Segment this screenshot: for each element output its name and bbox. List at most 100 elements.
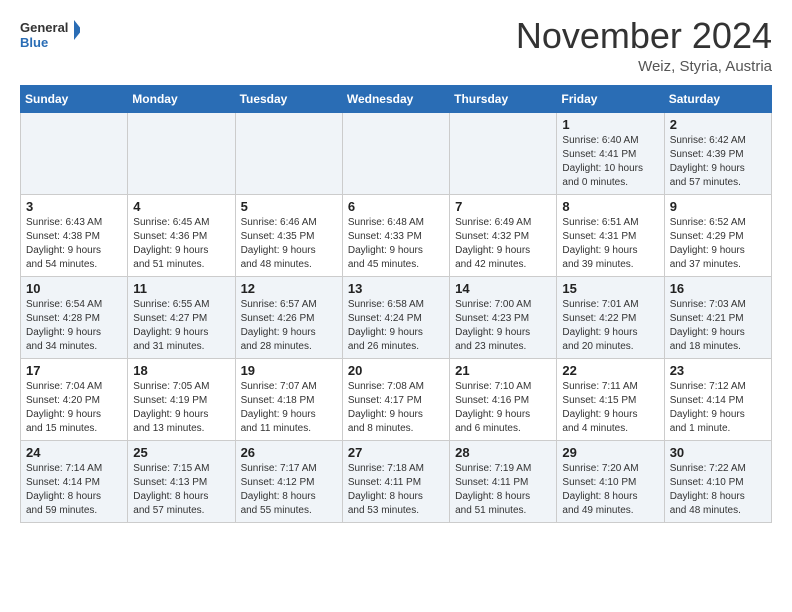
day-number: 12 <box>241 281 337 296</box>
day-number: 29 <box>562 445 658 460</box>
day-info: Sunrise: 7:18 AM Sunset: 4:11 PM Dayligh… <box>348 462 444 518</box>
day-cell: 27 Sunrise: 7:18 AM Sunset: 4:11 PM Dayli… <box>342 440 449 522</box>
day-cell: 23 Sunrise: 7:12 AM Sunset: 4:14 PM Dayli… <box>664 358 771 440</box>
day-cell: 18 Sunrise: 7:05 AM Sunset: 4:19 PM Dayli… <box>128 358 235 440</box>
day-number: 26 <box>241 445 337 460</box>
day-cell: 16 Sunrise: 7:03 AM Sunset: 4:21 PM Dayli… <box>664 276 771 358</box>
day-info: Sunrise: 7:05 AM Sunset: 4:19 PM Dayligh… <box>133 380 229 436</box>
day-number: 16 <box>670 281 766 296</box>
day-info: Sunrise: 6:55 AM Sunset: 4:27 PM Dayligh… <box>133 298 229 354</box>
day-cell: 6 Sunrise: 6:48 AM Sunset: 4:33 PM Daylig… <box>342 194 449 276</box>
day-number: 5 <box>241 199 337 214</box>
day-info: Sunrise: 7:12 AM Sunset: 4:14 PM Dayligh… <box>670 380 766 436</box>
day-number: 15 <box>562 281 658 296</box>
weekday-header-row: SundayMondayTuesdayWednesdayThursdayFrid… <box>21 85 772 112</box>
day-number: 21 <box>455 363 551 378</box>
title-block: November 2024 Weiz, Styria, Austria <box>516 16 772 75</box>
weekday-header-sunday: Sunday <box>21 85 128 112</box>
day-cell: 25 Sunrise: 7:15 AM Sunset: 4:13 PM Dayli… <box>128 440 235 522</box>
day-cell: 10 Sunrise: 6:54 AM Sunset: 4:28 PM Dayli… <box>21 276 128 358</box>
day-cell: 13 Sunrise: 6:58 AM Sunset: 4:24 PM Dayli… <box>342 276 449 358</box>
day-number: 20 <box>348 363 444 378</box>
day-cell: 4 Sunrise: 6:45 AM Sunset: 4:36 PM Daylig… <box>128 194 235 276</box>
day-info: Sunrise: 7:08 AM Sunset: 4:17 PM Dayligh… <box>348 380 444 436</box>
week-row-3: 10 Sunrise: 6:54 AM Sunset: 4:28 PM Dayli… <box>21 276 772 358</box>
day-info: Sunrise: 7:15 AM Sunset: 4:13 PM Dayligh… <box>133 462 229 518</box>
day-number: 7 <box>455 199 551 214</box>
day-cell: 12 Sunrise: 6:57 AM Sunset: 4:26 PM Dayli… <box>235 276 342 358</box>
day-info: Sunrise: 6:42 AM Sunset: 4:39 PM Dayligh… <box>670 134 766 190</box>
day-info: Sunrise: 6:43 AM Sunset: 4:38 PM Dayligh… <box>26 216 122 272</box>
day-info: Sunrise: 7:14 AM Sunset: 4:14 PM Dayligh… <box>26 462 122 518</box>
day-info: Sunrise: 7:20 AM Sunset: 4:10 PM Dayligh… <box>562 462 658 518</box>
weekday-header-wednesday: Wednesday <box>342 85 449 112</box>
day-cell <box>342 112 449 194</box>
calendar-table: SundayMondayTuesdayWednesdayThursdayFrid… <box>20 85 772 523</box>
day-info: Sunrise: 6:57 AM Sunset: 4:26 PM Dayligh… <box>241 298 337 354</box>
day-number: 1 <box>562 117 658 132</box>
week-row-1: 1Sunrise: 6:40 AM Sunset: 4:41 PM Daylig… <box>21 112 772 194</box>
day-number: 23 <box>670 363 766 378</box>
day-info: Sunrise: 6:54 AM Sunset: 4:28 PM Dayligh… <box>26 298 122 354</box>
day-number: 11 <box>133 281 229 296</box>
day-info: Sunrise: 6:51 AM Sunset: 4:31 PM Dayligh… <box>562 216 658 272</box>
location: Weiz, Styria, Austria <box>516 58 772 75</box>
day-number: 27 <box>348 445 444 460</box>
day-number: 6 <box>348 199 444 214</box>
day-cell <box>450 112 557 194</box>
svg-text:Blue: Blue <box>20 35 48 50</box>
day-cell: 19 Sunrise: 7:07 AM Sunset: 4:18 PM Dayli… <box>235 358 342 440</box>
day-cell <box>128 112 235 194</box>
day-info: Sunrise: 7:03 AM Sunset: 4:21 PM Dayligh… <box>670 298 766 354</box>
day-number: 22 <box>562 363 658 378</box>
day-info: Sunrise: 6:45 AM Sunset: 4:36 PM Dayligh… <box>133 216 229 272</box>
weekday-header-friday: Friday <box>557 85 664 112</box>
day-cell: 11 Sunrise: 6:55 AM Sunset: 4:27 PM Dayli… <box>128 276 235 358</box>
day-cell: 9 Sunrise: 6:52 AM Sunset: 4:29 PM Daylig… <box>664 194 771 276</box>
day-number: 28 <box>455 445 551 460</box>
day-cell <box>21 112 128 194</box>
day-number: 8 <box>562 199 658 214</box>
day-cell: 24Sunrise: 7:14 AM Sunset: 4:14 PM Dayli… <box>21 440 128 522</box>
day-info: Sunrise: 7:11 AM Sunset: 4:15 PM Dayligh… <box>562 380 658 436</box>
day-cell: 2Sunrise: 6:42 AM Sunset: 4:39 PM Daylig… <box>664 112 771 194</box>
logo: General Blue <box>20 16 80 52</box>
week-row-4: 17Sunrise: 7:04 AM Sunset: 4:20 PM Dayli… <box>21 358 772 440</box>
day-info: Sunrise: 7:10 AM Sunset: 4:16 PM Dayligh… <box>455 380 551 436</box>
weekday-header-saturday: Saturday <box>664 85 771 112</box>
day-info: Sunrise: 7:22 AM Sunset: 4:10 PM Dayligh… <box>670 462 766 518</box>
day-cell: 20 Sunrise: 7:08 AM Sunset: 4:17 PM Dayli… <box>342 358 449 440</box>
day-cell: 17Sunrise: 7:04 AM Sunset: 4:20 PM Dayli… <box>21 358 128 440</box>
day-info: Sunrise: 7:01 AM Sunset: 4:22 PM Dayligh… <box>562 298 658 354</box>
day-number: 9 <box>670 199 766 214</box>
day-info: Sunrise: 6:48 AM Sunset: 4:33 PM Dayligh… <box>348 216 444 272</box>
day-number: 18 <box>133 363 229 378</box>
day-cell: 7 Sunrise: 6:49 AM Sunset: 4:32 PM Daylig… <box>450 194 557 276</box>
week-row-5: 24Sunrise: 7:14 AM Sunset: 4:14 PM Dayli… <box>21 440 772 522</box>
day-cell: 28 Sunrise: 7:19 AM Sunset: 4:11 PM Dayli… <box>450 440 557 522</box>
day-number: 10 <box>26 281 122 296</box>
day-info: Sunrise: 7:19 AM Sunset: 4:11 PM Dayligh… <box>455 462 551 518</box>
day-number: 25 <box>133 445 229 460</box>
day-info: Sunrise: 6:58 AM Sunset: 4:24 PM Dayligh… <box>348 298 444 354</box>
day-number: 13 <box>348 281 444 296</box>
day-info: Sunrise: 6:46 AM Sunset: 4:35 PM Dayligh… <box>241 216 337 272</box>
day-cell: 15 Sunrise: 7:01 AM Sunset: 4:22 PM Dayli… <box>557 276 664 358</box>
day-number: 4 <box>133 199 229 214</box>
day-cell: 14Sunrise: 7:00 AM Sunset: 4:23 PM Dayli… <box>450 276 557 358</box>
day-number: 3 <box>26 199 122 214</box>
day-number: 19 <box>241 363 337 378</box>
day-number: 30 <box>670 445 766 460</box>
day-cell: 1Sunrise: 6:40 AM Sunset: 4:41 PM Daylig… <box>557 112 664 194</box>
weekday-header-tuesday: Tuesday <box>235 85 342 112</box>
day-cell <box>235 112 342 194</box>
day-number: 17 <box>26 363 122 378</box>
day-info: Sunrise: 6:49 AM Sunset: 4:32 PM Dayligh… <box>455 216 551 272</box>
header: General Blue November 2024 Weiz, Styria,… <box>20 16 772 75</box>
day-info: Sunrise: 6:52 AM Sunset: 4:29 PM Dayligh… <box>670 216 766 272</box>
day-cell: 3 Sunrise: 6:43 AM Sunset: 4:38 PM Daylig… <box>21 194 128 276</box>
weekday-header-thursday: Thursday <box>450 85 557 112</box>
day-info: Sunrise: 7:17 AM Sunset: 4:12 PM Dayligh… <box>241 462 337 518</box>
day-info: Sunrise: 7:07 AM Sunset: 4:18 PM Dayligh… <box>241 380 337 436</box>
week-row-2: 3 Sunrise: 6:43 AM Sunset: 4:38 PM Daylig… <box>21 194 772 276</box>
